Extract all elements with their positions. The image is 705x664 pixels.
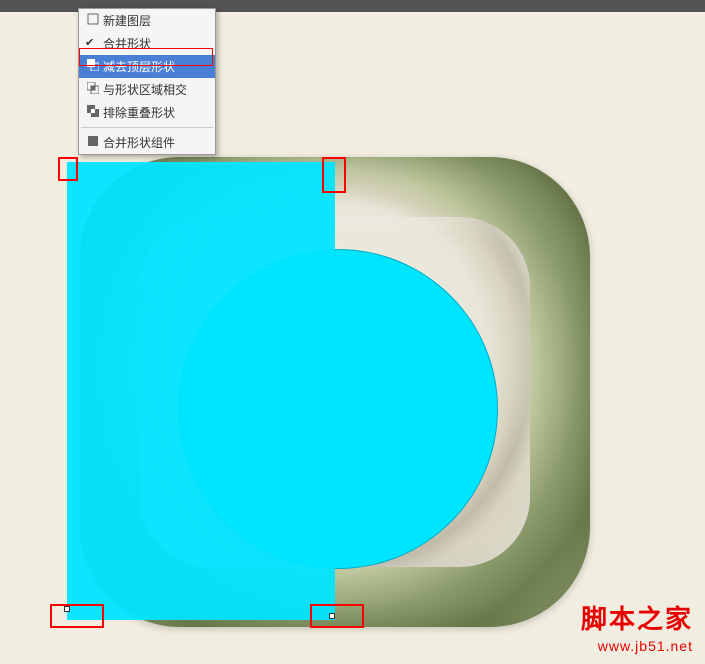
anchor-marker-bl bbox=[50, 604, 104, 628]
menu-item-label: 排除重叠形状 bbox=[103, 106, 175, 120]
path-operations-menu: 新建图层 ✔ 合并形状 减去顶层形状 与形状区域相交 排除重叠形状 合并形状组件 bbox=[78, 8, 216, 155]
menu-item-exclude-overlap[interactable]: 排除重叠形状 bbox=[79, 101, 215, 124]
cyan-rect-shape[interactable] bbox=[67, 162, 335, 620]
anchor-point[interactable] bbox=[64, 606, 70, 612]
menu-item-merge-components[interactable]: 合并形状组件 bbox=[79, 131, 215, 154]
new-layer-icon bbox=[87, 13, 99, 25]
menu-item-label: 合并形状组件 bbox=[103, 136, 175, 150]
menu-item-new-layer[interactable]: 新建图层 bbox=[79, 9, 215, 32]
menu-separator bbox=[81, 127, 213, 128]
watermark-title: 脚本之家 bbox=[581, 599, 693, 636]
merge-components-icon bbox=[87, 135, 99, 147]
anchor-point[interactable] bbox=[329, 613, 335, 619]
anchor-marker-br bbox=[310, 604, 364, 628]
exclude-overlap-icon bbox=[87, 105, 99, 117]
menu-item-label: 与形状区域相交 bbox=[103, 83, 187, 97]
anchor-marker-tl bbox=[58, 157, 78, 181]
menu-highlight-marker bbox=[79, 48, 213, 66]
intersect-icon bbox=[87, 82, 99, 94]
watermark: 脚本之家 www.jb51.net bbox=[581, 599, 693, 654]
anchor-marker-tr bbox=[322, 157, 346, 193]
menu-item-label: 新建图层 bbox=[103, 14, 151, 28]
menu-item-intersect[interactable]: 与形状区域相交 bbox=[79, 78, 215, 101]
watermark-url: www.jb51.net bbox=[581, 638, 693, 654]
